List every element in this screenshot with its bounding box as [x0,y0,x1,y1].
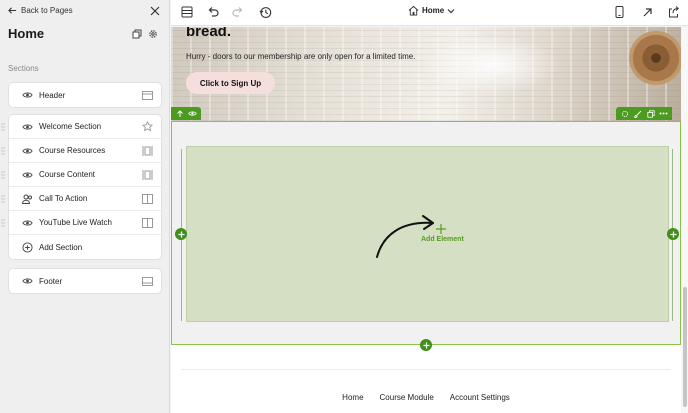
add-column-left-button[interactable] [175,228,187,240]
add-column-right-button[interactable] [667,228,679,240]
section-item-course-content[interactable]: Course Content [1,163,161,187]
columns-icon [141,145,153,157]
columns-icon [141,169,153,181]
back-to-pages-link[interactable]: Back to Pages [8,6,73,15]
footer-card: Footer [8,268,162,294]
flour-texture [421,35,561,95]
plus-icon [422,341,430,349]
section-item-youtube-live-watch[interactable]: YouTube Live Watch [1,211,161,235]
plus-circle-icon [21,241,33,253]
sections-label: Sections [8,64,39,73]
section-item-course-resources[interactable]: Course Resources [1,139,161,163]
section-item-call-to-action[interactable]: Call To Action [1,187,161,211]
users-icon[interactable] [21,193,33,205]
history-icon[interactable] [258,5,272,19]
section-item-label: Course Content [39,170,96,179]
section-item-label: Header [39,90,66,100]
arrow-left-icon [8,7,17,14]
mobile-preview-icon[interactable] [612,5,626,19]
add-section-button[interactable]: Add Section [9,235,161,259]
page-selector[interactable]: Home [405,5,458,16]
redo-icon[interactable] [231,5,245,19]
section-toolbar-left [171,107,201,120]
star-icon [141,121,153,133]
layout-icon [141,193,153,205]
drag-handle-icon[interactable] [1,219,5,227]
eye-icon[interactable] [21,275,33,287]
footer-navigation: Home Course Module Account Settings [171,393,681,402]
layout-icon [141,217,153,229]
eye-icon[interactable] [188,109,197,118]
layers-icon[interactable] [180,5,194,19]
plus-icon[interactable] [436,224,446,234]
header-card: Header [8,82,162,108]
element-drop-zone[interactable]: Add Element [186,146,669,322]
selected-section[interactable]: Add Element [171,121,681,345]
plus-icon [669,230,677,238]
section-item-welcome-section[interactable]: Welcome Section [1,115,161,139]
add-section-label: Add Section [39,242,83,252]
drag-handle-icon[interactable] [1,171,5,179]
undo-icon[interactable] [206,5,220,19]
close-icon[interactable] [150,6,160,16]
footer-link-home[interactable]: Home [342,393,363,402]
page-selector-label: Home [422,6,445,15]
home-icon [408,5,419,16]
header-layout-icon [141,89,153,101]
hero-heading: bread. [186,27,232,40]
section-item-header[interactable]: Header [9,83,161,107]
sign-up-button[interactable]: Click to Sign Up [186,72,275,94]
eye-icon[interactable] [21,89,33,101]
back-to-pages-label: Back to Pages [21,6,73,15]
sections-list: Welcome Section Course Resources Course … [1,114,162,260]
section-item-footer[interactable]: Footer [9,269,161,293]
page-canvas: bread. Hurry - doors to our membership a… [171,27,681,413]
page-title: Home [8,26,45,41]
footer-divider [181,369,671,370]
footer-layout-icon [141,275,153,287]
section-item-label: Call To Action [39,194,88,203]
drag-handle-icon[interactable] [1,195,5,203]
section-toolbar-right [616,107,672,120]
section-item-label: Welcome Section [39,122,102,131]
wood-knot [629,31,681,85]
eye-icon[interactable] [21,169,33,181]
plus-icon [177,230,185,238]
share-icon[interactable] [667,5,681,19]
canvas-scrollbar[interactable] [682,27,688,413]
footer-link-course-module[interactable]: Course Module [380,393,434,402]
more-options-icon[interactable] [659,109,668,118]
scrollbar-thumb[interactable] [683,287,687,407]
drag-handle-icon[interactable] [1,123,5,131]
add-element-button[interactable]: Add Element [421,236,464,243]
eye-icon[interactable] [21,121,33,133]
drag-handle-icon[interactable] [1,147,5,155]
section-item-label: Course Resources [39,146,106,155]
eye-icon[interactable] [21,145,33,157]
move-up-icon[interactable] [175,109,184,118]
external-link-icon[interactable] [640,5,654,19]
section-item-label: Footer [39,276,63,286]
sections-sidebar: Back to Pages Home Sections Header Welco… [0,0,170,413]
gear-icon[interactable] [620,109,629,118]
section-item-label: YouTube Live Watch [39,218,112,227]
duplicate-icon[interactable] [646,109,655,118]
duplicate-icon[interactable] [132,29,142,39]
gear-icon[interactable] [148,29,158,39]
footer-link-account-settings[interactable]: Account Settings [450,393,510,402]
eye-icon[interactable] [21,217,33,229]
add-section-below-button[interactable] [420,339,432,351]
chevron-down-icon [447,8,455,13]
paint-brush-icon[interactable] [633,109,642,118]
editor-toolbar: Home [171,0,688,26]
welcome-section-preview[interactable]: bread. Hurry - doors to our membership a… [171,27,681,121]
hero-text: Hurry - doors to our membership are only… [186,52,416,61]
